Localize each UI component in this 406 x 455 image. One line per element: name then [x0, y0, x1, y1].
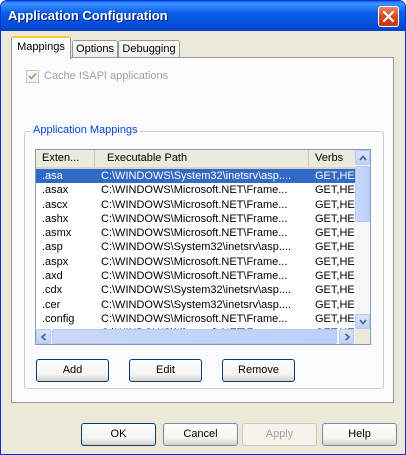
apply-button-label: Apply — [265, 428, 294, 440]
cell-extension: .config — [42, 312, 75, 325]
cell-executable-path: C:\WINDOWS\Microsoft.NET\Frame... — [101, 270, 288, 283]
cell-verbs: GET,HEA... — [315, 312, 355, 325]
cell-executable-path: C:\WINDOWS\System32\inetsrv\asp.... — [101, 284, 292, 297]
scroll-up-button[interactable] — [355, 150, 370, 165]
arrow-left-icon — [40, 333, 47, 341]
table-row[interactable]: .asmx C:\WINDOWS\Microsoft.NET\Frame... GE… — [36, 226, 355, 240]
tab-debugging-label: Debugging — [122, 43, 176, 55]
vertical-scroll-thumb[interactable] — [355, 166, 370, 222]
close-button[interactable] — [378, 6, 399, 27]
cache-isapi-label: Cache ISAPI applications — [44, 70, 169, 82]
table-row[interactable]: .axd C:\WINDOWS\Microsoft.NET\Frame... GET… — [36, 269, 355, 283]
cell-extension: .aspx — [42, 255, 69, 268]
horizontal-scrollbar[interactable] — [36, 329, 355, 344]
cell-verbs: GET,HEA... — [315, 241, 355, 254]
table-row[interactable]: .ashx C:\WINDOWS\Microsoft.NET\Frame... GE… — [36, 212, 355, 226]
cell-executable-path: C:\WINDOWS\Microsoft.NET\Frame... — [101, 184, 288, 197]
cell-verbs: GET,HEA... — [315, 198, 355, 211]
column-header-verbs[interactable]: Verbs — [309, 150, 355, 167]
cell-extension: .ashx — [42, 212, 69, 225]
ok-button[interactable]: OK — [81, 423, 156, 446]
cell-extension: .asmx — [42, 227, 72, 240]
add-button-label: Add — [62, 364, 83, 376]
cell-extension: .asp — [42, 241, 63, 254]
scroll-left-button[interactable] — [36, 329, 51, 344]
dialog-client: Mappings Options Debugging Cache ISAPI a… — [1, 31, 405, 454]
remove-button[interactable]: Remove — [222, 359, 295, 382]
vertical-scrollbar[interactable] — [355, 150, 370, 329]
close-icon — [383, 11, 394, 22]
table-row[interactable]: .cer C:\WINDOWS\System32\inetsrv\asp.... G… — [36, 298, 355, 312]
cancel-button[interactable]: Cancel — [163, 423, 238, 446]
table-row[interactable]: .asa C:\WINDOWS\System32\inetsrv\asp.... G… — [36, 169, 355, 184]
cell-verbs: GET,HEA... — [315, 184, 355, 197]
scrollbar-corner — [355, 329, 370, 344]
cell-executable-path: C:\WINDOWS\Microsoft.NET\Frame... — [101, 212, 288, 225]
apply-button[interactable]: Apply — [242, 423, 317, 446]
scroll-down-button[interactable] — [355, 314, 370, 329]
cell-verbs: GET,HEA... — [315, 270, 355, 283]
add-button[interactable]: Add — [36, 359, 109, 382]
tab-mappings[interactable]: Mappings — [11, 36, 71, 59]
cell-verbs: GET,HEA... — [315, 170, 355, 182]
dialog-window: Application Configuration Mappings Optio… — [0, 0, 406, 455]
edit-button-label: Edit — [156, 364, 175, 376]
checkmark-icon — [28, 72, 37, 80]
mappings-panel: Cache ISAPI applications Application Map… — [11, 57, 394, 403]
help-button-label: Help — [348, 428, 371, 440]
cell-extension: .asa — [42, 170, 63, 182]
cell-extension: .ascx — [42, 198, 68, 211]
cache-isapi-checkbox[interactable] — [26, 70, 39, 83]
cell-executable-path: C:\WINDOWS\Microsoft.NET\Frame... — [101, 227, 288, 240]
table-row[interactable]: .config C:\WINDOWS\Microsoft.NET\Frame...… — [36, 312, 355, 326]
tab-options[interactable]: Options — [72, 40, 118, 58]
arrow-right-icon — [344, 333, 351, 341]
cell-executable-path: C:\WINDOWS\System32\inetsrv\asp.... — [101, 241, 292, 254]
table-row[interactable]: .cdx C:\WINDOWS\System32\inetsrv\asp.... G… — [36, 283, 355, 297]
list-rows: .asa C:\WINDOWS\System32\inetsrv\asp.... G… — [36, 169, 355, 341]
cell-executable-path: C:\WINDOWS\Microsoft.NET\Frame... — [101, 198, 288, 211]
column-header-extension[interactable]: Exten... — [36, 150, 95, 167]
tab-mappings-label: Mappings — [17, 41, 65, 53]
cell-verbs: GET,HEA... — [315, 227, 355, 240]
cell-extension: .axd — [42, 270, 63, 283]
arrow-down-icon — [359, 319, 367, 325]
cell-extension: .cer — [42, 298, 61, 311]
mappings-list[interactable]: Exten... Executable Path Verbs .asa C:\WI… — [35, 149, 371, 345]
scroll-right-button[interactable] — [339, 329, 354, 344]
tab-options-label: Options — [76, 43, 114, 55]
remove-button-label: Remove — [238, 364, 279, 376]
cell-executable-path: C:\WINDOWS\Microsoft.NET\Frame... — [101, 312, 288, 325]
column-header-executable-path[interactable]: Executable Path — [95, 150, 309, 167]
table-row[interactable]: .ascx C:\WINDOWS\Microsoft.NET\Frame... GE… — [36, 198, 355, 212]
table-row[interactable]: .aspx C:\WINDOWS\Microsoft.NET\Frame... GE… — [36, 255, 355, 269]
list-header: Exten... Executable Path Verbs — [36, 150, 355, 169]
cell-executable-path: C:\WINDOWS\Microsoft.NET\Frame... — [101, 255, 288, 268]
edit-button[interactable]: Edit — [129, 359, 202, 382]
arrow-up-icon — [359, 155, 367, 161]
cell-executable-path: C:\WINDOWS\System32\inetsrv\asp.... — [101, 170, 292, 182]
window-title: Application Configuration — [8, 8, 168, 23]
cell-verbs: GET,HEA... — [315, 284, 355, 297]
application-mappings-label: Application Mappings — [31, 124, 140, 136]
title-bar[interactable]: Application Configuration — [1, 1, 405, 31]
cell-verbs: GET,HEA... — [315, 212, 355, 225]
cell-executable-path: C:\WINDOWS\System32\inetsrv\asp.... — [101, 298, 292, 311]
cell-extension: .asax — [42, 184, 69, 197]
ok-button-label: OK — [110, 428, 127, 440]
cell-verbs: GET,HEA... — [315, 255, 355, 268]
cell-verbs: GET,HEA... — [315, 298, 355, 311]
cell-extension: .cdx — [42, 284, 63, 297]
table-row[interactable]: .asax C:\WINDOWS\Microsoft.NET\Frame... GE… — [36, 183, 355, 197]
table-row[interactable]: .asp C:\WINDOWS\System32\inetsrv\asp.... G… — [36, 240, 355, 254]
tab-debugging[interactable]: Debugging — [118, 40, 180, 58]
cancel-button-label: Cancel — [183, 428, 218, 440]
help-button[interactable]: Help — [322, 423, 397, 446]
horizontal-scroll-thumb[interactable] — [52, 329, 337, 344]
